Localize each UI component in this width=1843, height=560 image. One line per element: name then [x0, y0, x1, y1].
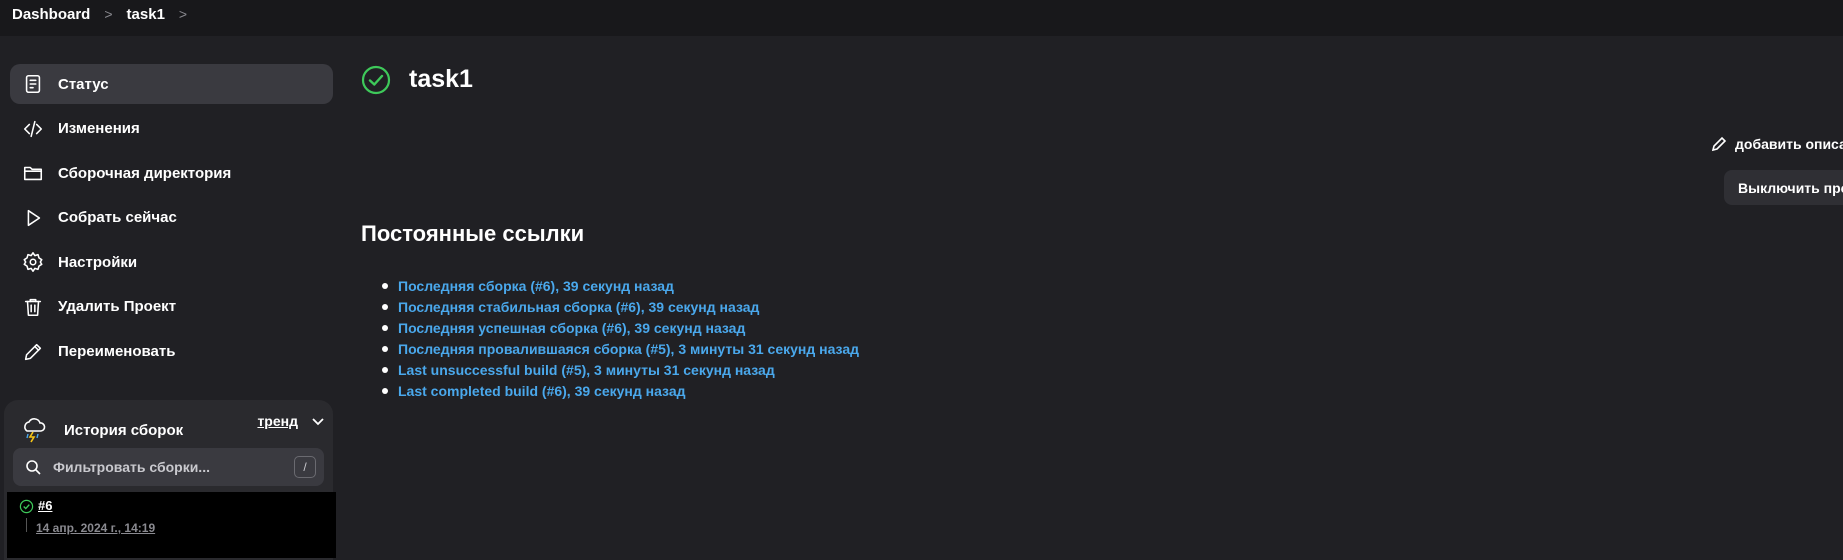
sidebar-item-workspace[interactable]: Сборочная директория — [10, 153, 333, 193]
sidebar-item-changes[interactable]: Изменения — [10, 109, 333, 149]
bullet-icon — [382, 324, 388, 331]
permalink-last-build[interactable]: Последняя сборка (#6), 39 секунд назад — [398, 278, 674, 294]
pencil-icon — [1711, 136, 1727, 152]
keyboard-shortcut-badge: / — [294, 456, 316, 478]
sidebar-item-status[interactable]: Статус — [10, 64, 333, 104]
sidebar-item-delete-project[interactable]: Удалить Проект — [10, 287, 333, 327]
breadcrumb-task1[interactable]: task1 — [127, 6, 165, 23]
sidebar-item-build-now[interactable]: Собрать сейчас — [10, 198, 333, 238]
permalink-last-failed-build[interactable]: Последняя провалившаяся сборка (#5), 3 м… — [398, 341, 859, 357]
list-item: Last unsuccessful build (#5), 3 минуты 3… — [382, 359, 859, 380]
sidebar-item-settings[interactable]: Настройки — [10, 242, 333, 282]
document-icon — [22, 73, 44, 95]
code-icon — [22, 118, 44, 140]
sidebar: Статус Изменения Сборочная директория Со… — [10, 64, 333, 376]
build-history-panel: История сборок тренд / #6 14 апр. 2024 г… — [4, 400, 336, 560]
breadcrumb: Dashboard > task1 > — [0, 0, 1843, 36]
sidebar-item-label: Настройки — [58, 253, 138, 271]
list-item: Последняя стабильная сборка (#6), 39 сек… — [382, 296, 859, 317]
add-description-label: добавить описан — [1735, 136, 1843, 152]
bullet-icon — [382, 387, 388, 394]
chevron-down-icon[interactable] — [309, 412, 327, 430]
disable-project-button[interactable]: Выключить прое — [1724, 170, 1843, 205]
trend-link[interactable]: тренд — [257, 413, 298, 429]
success-check-icon — [361, 65, 391, 95]
sidebar-item-rename[interactable]: Переименовать — [10, 332, 333, 372]
bullet-icon — [382, 303, 388, 310]
build-filter-input[interactable] — [53, 459, 293, 475]
list-item: Последняя успешная сборка (#6), 39 секун… — [382, 317, 859, 338]
build-timeline-line — [26, 518, 27, 532]
sidebar-item-label: Изменения — [58, 120, 140, 138]
permalinks-title: Постоянные ссылки — [361, 221, 585, 246]
permalink-last-completed-build[interactable]: Last completed build (#6), 39 секунд наз… — [398, 383, 686, 399]
bullet-icon — [382, 345, 388, 352]
page-title: task1 — [409, 65, 473, 93]
success-check-icon — [19, 499, 34, 514]
play-icon — [22, 207, 44, 229]
bullet-icon — [382, 366, 388, 373]
permalink-last-stable-build[interactable]: Последняя стабильная сборка (#6), 39 сек… — [398, 299, 759, 315]
chevron-right-icon[interactable]: > — [179, 6, 187, 22]
breadcrumb-dashboard[interactable]: Dashboard — [12, 6, 90, 23]
folder-icon — [22, 162, 44, 184]
bullet-icon — [382, 282, 388, 289]
search-icon — [26, 460, 41, 475]
sidebar-item-label: Удалить Проект — [58, 298, 177, 316]
build-filter-search: / — [13, 448, 324, 486]
weather-cloud-icon — [24, 418, 46, 443]
pencil-icon — [22, 341, 44, 363]
sidebar-item-label: Сборочная директория — [58, 164, 232, 182]
permalink-last-successful-build[interactable]: Последняя успешная сборка (#6), 39 секун… — [398, 320, 745, 336]
permalink-last-unsuccessful-build[interactable]: Last unsuccessful build (#5), 3 минуты 3… — [398, 362, 775, 378]
list-item: Последняя сборка (#6), 39 секунд назад — [382, 275, 859, 296]
build-row[interactable]: #6 14 апр. 2024 г., 14:19 — [7, 492, 336, 558]
sidebar-item-label: Статус — [58, 75, 109, 93]
list-item: Last completed build (#6), 39 секунд наз… — [382, 380, 859, 401]
gear-icon — [22, 251, 44, 273]
sidebar-item-label: Переименовать — [58, 343, 176, 361]
list-item: Последняя провалившаяся сборка (#5), 3 м… — [382, 338, 859, 359]
build-number-link[interactable]: #6 — [38, 498, 52, 513]
add-description-link[interactable]: добавить описан — [1711, 136, 1843, 152]
sidebar-item-label: Собрать сейчас — [58, 209, 177, 227]
trash-icon — [22, 296, 44, 318]
chevron-right-icon: > — [104, 6, 113, 22]
permalinks-list: Последняя сборка (#6), 39 секунд назад П… — [382, 275, 859, 401]
build-history-title: История сборок — [64, 421, 184, 439]
build-date-link[interactable]: 14 апр. 2024 г., 14:19 — [36, 521, 155, 535]
